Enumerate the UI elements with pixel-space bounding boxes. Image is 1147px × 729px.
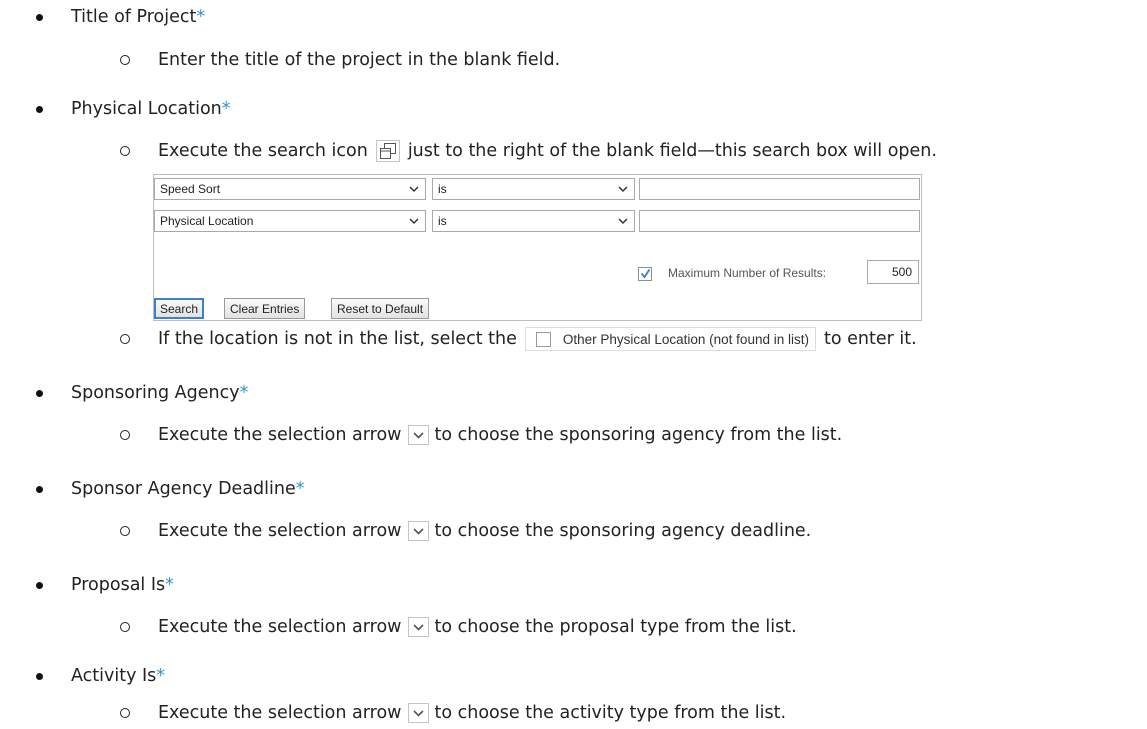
search-field-select-1[interactable]: Speed Sort [154,178,426,200]
max-results-checkbox[interactable] [638,267,652,281]
item-label: Proposal Is [71,575,166,595]
sub-activity-is: Execute the selection arrow to choose th… [120,700,786,726]
sub-bullet-mark [120,622,130,632]
bullet-dot [36,581,43,589]
bullet-dot [36,105,43,113]
other-location-label: Other Physical Location (not found in li… [562,331,809,347]
sub-text-before: Execute the search icon [158,141,368,161]
sub-text-before: Execute the selection arrow [158,521,402,541]
sub-bullet-mark [120,334,130,344]
sub-bullet-mark [120,708,130,718]
search-field-select-2[interactable]: Physical Location [154,210,426,232]
sub-text-after: just to the right of the blank field—thi… [407,141,937,161]
checkmark-icon [640,269,651,279]
sub-text-before: Execute the selection arrow [158,425,402,445]
clear-entries-button[interactable]: Clear Entries [224,298,306,319]
dropdown-arrow-icon[interactable] [407,703,429,723]
sub-text-before: Execute the selection arrow [158,617,402,637]
bullet-title-of-project: Title of Project * [36,4,205,30]
sub-text-before: If the location is not in the list, sele… [158,329,517,349]
bullet-physical-location: Physical Location * [36,96,231,122]
sub-physical-location-other: If the location is not in the list, sele… [120,326,917,352]
required-star: * [165,575,174,595]
bullet-proposal-is: Proposal Is * [36,572,174,598]
sub-bullet-mark [120,55,130,65]
search-operator-select-1[interactable]: is [432,178,635,200]
instruction-document: Title of Project * Enter the title of the… [0,0,1147,729]
sub-sponsor-agency-deadline: Execute the selection arrow to choose th… [120,518,811,544]
bullet-dot [36,13,43,21]
other-location-checkbox[interactable] [535,331,551,347]
required-star: * [239,383,249,403]
select-value: Speed Sort [160,182,221,196]
reset-to-default-button[interactable]: Reset to Default [331,298,430,319]
bullet-sponsoring-agency: Sponsoring Agency * [36,380,248,406]
item-label: Sponsor Agency Deadline [71,479,296,499]
sub-physical-location-search: Execute the search icon just to the righ… [120,138,937,164]
select-value: is [438,182,447,196]
dropdown-arrow-icon[interactable] [407,521,429,541]
search-button[interactable]: Search [154,298,205,319]
sub-bullet-mark [120,430,130,440]
sub-text-after: to choose the activity type from the lis… [434,703,787,723]
select-value: is [438,214,447,228]
sub-sponsoring-agency: Execute the selection arrow to choose th… [120,422,842,448]
sub-text-before: Execute the selection arrow [158,703,402,723]
sub-proposal-is: Execute the selection arrow to choose th… [120,614,797,640]
dropdown-arrow-icon[interactable] [407,617,429,637]
chevron-down-icon [409,218,419,225]
bullet-sponsor-agency-deadline: Sponsor Agency Deadline * [36,476,304,502]
chevron-down-icon [618,186,628,193]
other-physical-location-option[interactable]: Other Physical Location (not found in li… [524,327,816,351]
sub-bullet-mark [120,526,130,536]
sub-text-after: to choose the sponsoring agency deadline… [434,521,812,541]
sub-text-after: to enter it. [823,329,917,349]
item-label: Sponsoring Agency [71,383,240,403]
search-value-input-2[interactable] [639,210,920,232]
item-label: Activity Is [71,666,157,686]
popup-window-icon[interactable] [375,140,400,162]
search-dialog: Speed Sort is Physical Location is Maxim… [153,174,922,321]
sub-text-after: to choose the sponsoring agency from the… [434,425,843,445]
max-results-input[interactable]: 500 [867,260,919,284]
select-value: Physical Location [160,214,254,228]
search-value-input-1[interactable] [639,178,920,200]
max-results-label: Maximum Number of Results: [668,266,827,280]
bullet-activity-is: Activity Is * [36,663,165,689]
chevron-down-icon [409,186,419,193]
chevron-down-icon [618,218,628,225]
sub-title-of-project: Enter the title of the project in the bl… [120,47,560,73]
required-star: * [196,7,206,27]
item-label: Title of Project [71,7,197,27]
required-star: * [221,99,231,119]
item-label: Physical Location [71,99,222,119]
required-star: * [295,479,305,499]
dropdown-arrow-icon[interactable] [407,425,429,445]
sub-text-after: to choose the proposal type from the lis… [434,617,797,637]
bullet-dot [36,485,43,493]
sub-bullet-mark [120,146,130,156]
bullet-dot [36,389,43,397]
required-star: * [156,666,166,686]
sub-text: Enter the title of the project in the bl… [158,50,561,70]
search-operator-select-2[interactable]: is [432,210,635,232]
bullet-dot [36,672,43,680]
